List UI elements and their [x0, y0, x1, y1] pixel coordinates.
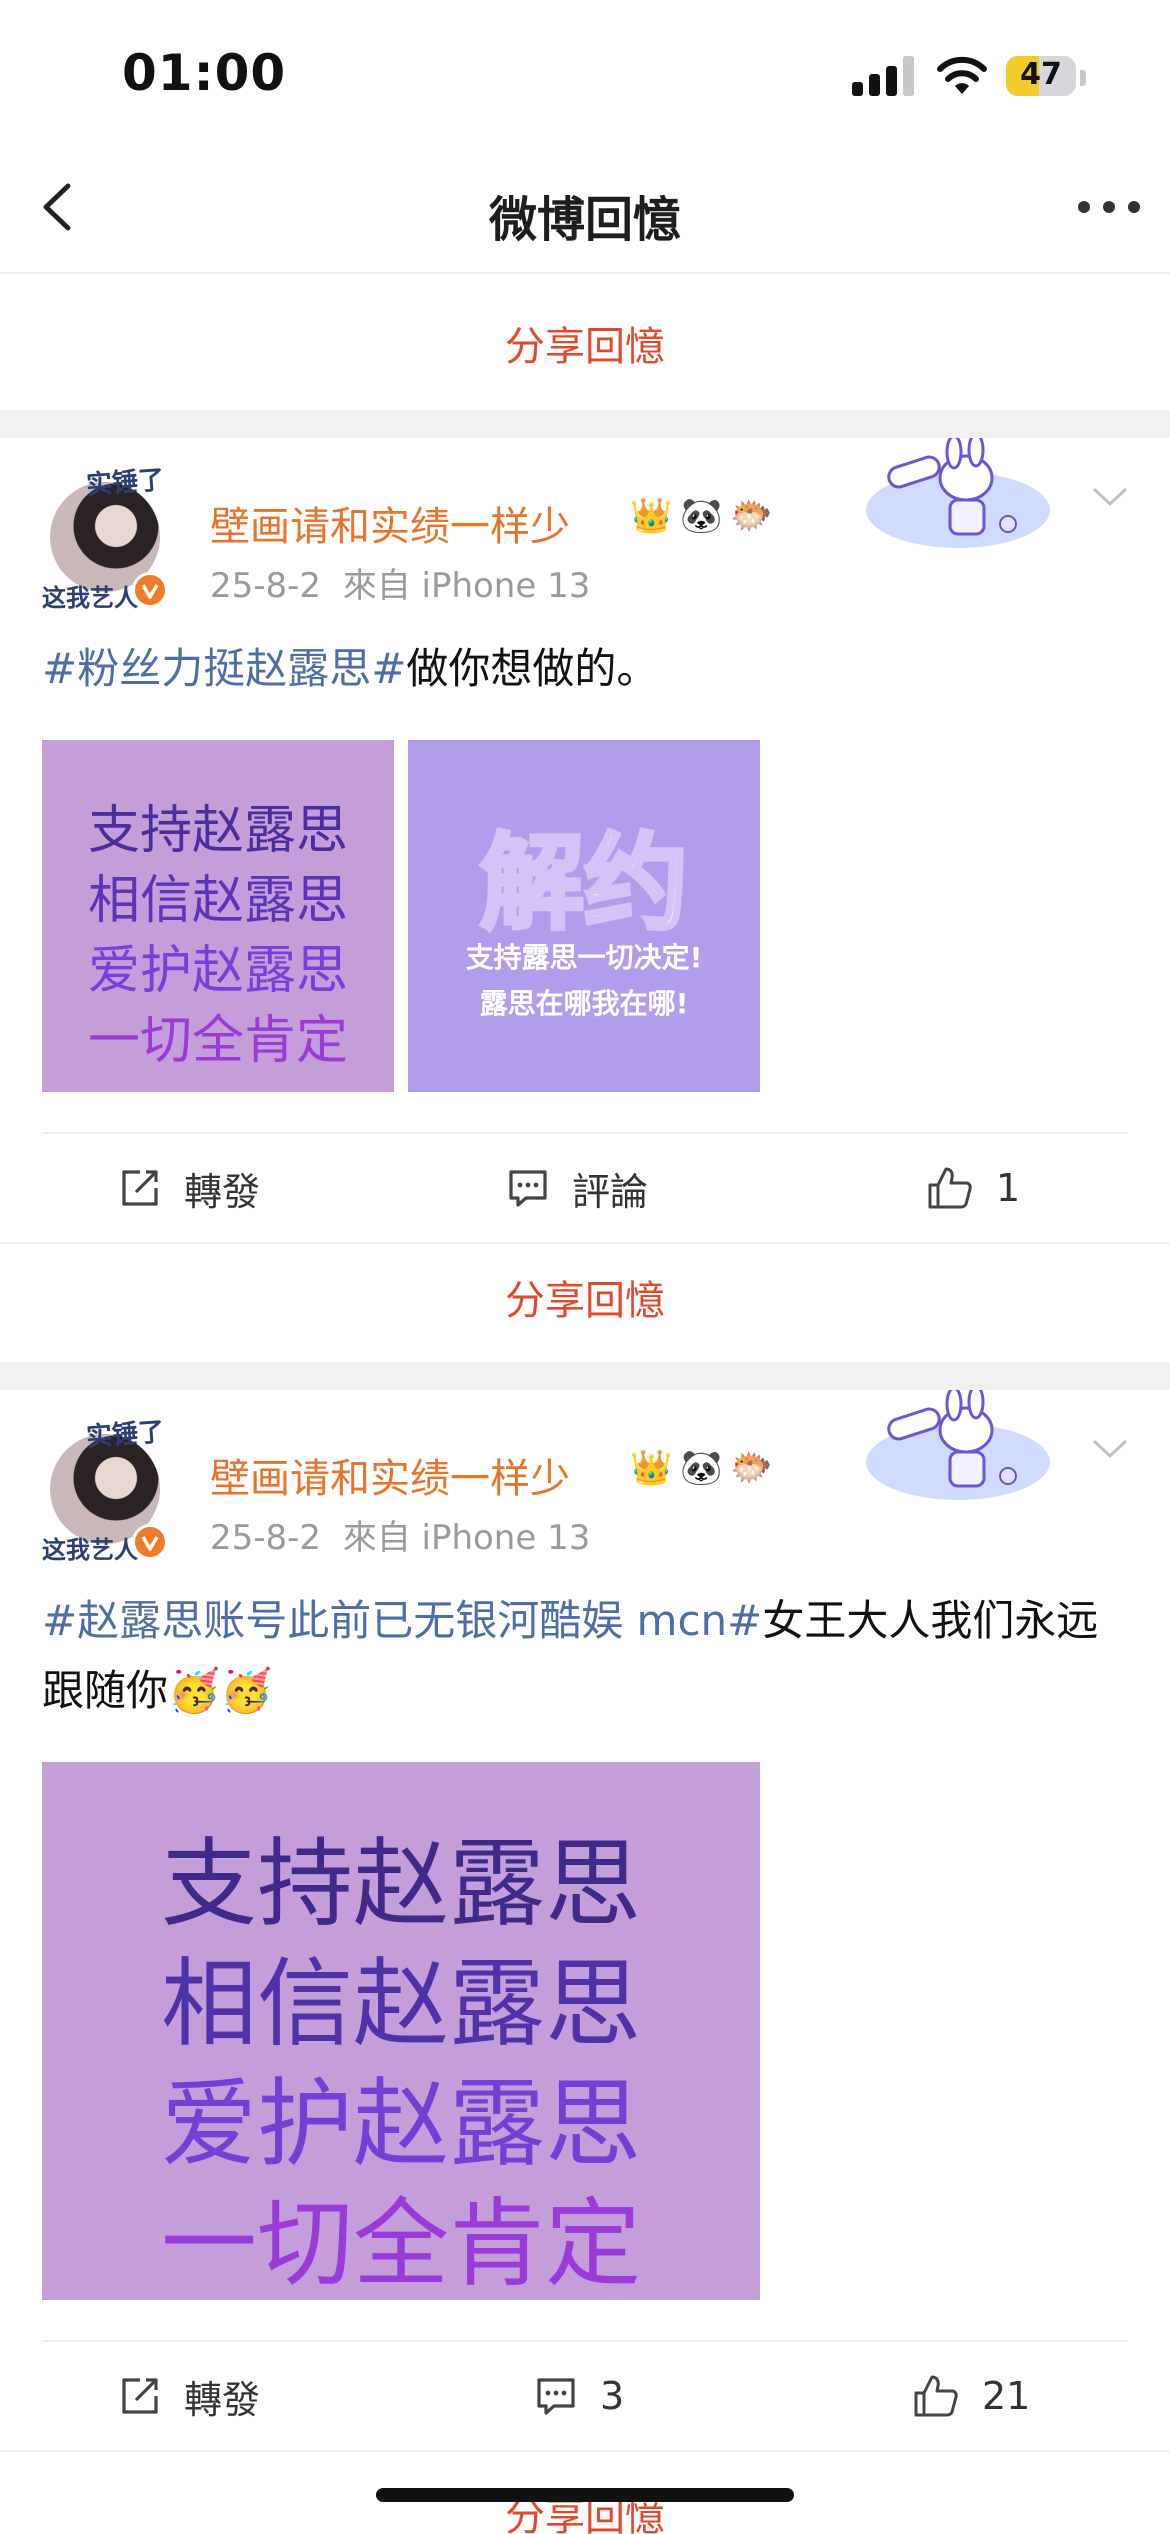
image-subtitle: 露思在哪我在哪! — [479, 987, 689, 1020]
avatar-frame-text-bottom: 这我艺人 — [42, 1535, 138, 1564]
action-bar: 轉發 3 21 — [42, 2340, 1128, 2450]
post-body: 做你想做的。 — [406, 644, 659, 693]
comment-label: 評論 — [572, 1169, 649, 1214]
avatar[interactable]: 实锤了 这我艺人 — [38, 1414, 168, 1564]
cellular-signal-icon — [852, 56, 916, 96]
comment-count: 3 — [600, 2374, 625, 2418]
avatar-frame-text-bottom: 这我艺人 — [42, 583, 138, 612]
post-image[interactable]: 支持赵露思 相信赵露思 爱护赵露思 一切全肯定 — [42, 1762, 760, 2300]
post-meta: 25-8-2 來自 iPhone 13 — [210, 1510, 590, 1559]
bunny-sticker-icon — [866, 1390, 1050, 1500]
verified-badge-icon — [132, 572, 168, 608]
battery-icon: 47 — [1006, 54, 1086, 98]
image-text-line: 爱护赵露思 — [161, 2068, 641, 2180]
like-button[interactable]: 21 — [912, 2342, 1030, 2450]
post-date: 25-8-2 — [210, 1518, 322, 1558]
thumbs-up-icon — [928, 1167, 972, 1209]
avatar-frame-text-top: 实锤了 — [85, 1417, 166, 1453]
repost-icon — [122, 2378, 158, 2414]
post-card: 实锤了 这我艺人 壁画请和实绩一样少 👑 🐼 🐡 25-8-2 來自 iPhon… — [0, 1390, 1170, 2450]
username[interactable]: 壁画请和实绩一样少 — [210, 494, 570, 552]
post-text: #赵露思账号此前已无银河酷娱 mcn#女王大人我们永远跟随你🥳🥳 — [42, 1586, 1132, 1726]
post-image[interactable]: 支持赵露思 相信赵露思 爱护赵露思 一切全肯定 — [42, 740, 394, 1092]
post-image[interactable]: 解约 支持露思一切决定! 露思在哪我在哪! — [408, 740, 760, 1092]
home-indicator[interactable] — [376, 2488, 794, 2502]
repost-button[interactable]: 轉發 — [118, 1134, 260, 1242]
post-text: #粉丝力挺赵露思#做你想做的。 — [42, 634, 1132, 704]
chevron-down-icon[interactable] — [1090, 1436, 1130, 1462]
comment-button[interactable]: 3 — [534, 2342, 624, 2450]
pufferfish-badge-icon: 🐡 — [730, 496, 773, 536]
crown-badge-icon: 👑 — [630, 1448, 673, 1488]
repost-button[interactable]: 轉發 — [118, 2342, 260, 2450]
bunny-sticker-icon — [866, 438, 1050, 548]
image-title: 解约 — [478, 820, 690, 946]
comment-icon — [537, 2378, 575, 2415]
post-meta: 25-8-2 來自 iPhone 13 — [210, 558, 590, 607]
image-text-line: 支持赵露思 — [161, 1828, 641, 1940]
image-text-line: 相信赵露思 — [161, 1948, 641, 2060]
repost-label: 轉發 — [184, 2377, 261, 2422]
party-face-emoji-icon: 🥳 — [220, 1666, 273, 1715]
panda-badge-icon: 🐼 — [680, 496, 723, 536]
status-time: 01:00 — [122, 44, 287, 102]
panda-badge-icon: 🐼 — [680, 1448, 723, 1488]
like-count: 1 — [996, 1166, 1021, 1210]
battery-level: 47 — [1020, 57, 1062, 92]
repost-icon — [122, 1170, 158, 1206]
post-source: 來自 iPhone 13 — [342, 566, 591, 606]
avatar[interactable]: 实锤了 这我艺人 — [38, 462, 168, 612]
page-title: 微博回憶 — [488, 192, 681, 248]
pufferfish-badge-icon: 🐡 — [730, 1448, 773, 1488]
like-button[interactable]: 1 — [926, 1134, 1020, 1242]
image-text-line: 爱护赵露思 — [87, 941, 348, 1001]
status-bar: 01:00 47 — [0, 0, 1170, 150]
thumbs-up-icon — [914, 2375, 958, 2417]
username[interactable]: 壁画请和实绩一样少 — [210, 1446, 570, 1504]
image-text-line: 一切全肯定 — [161, 2188, 641, 2300]
image-text-line: 支持赵露思 — [87, 801, 348, 861]
crown-badge-icon: 👑 — [630, 496, 673, 536]
avatar-frame-text-top: 实锤了 — [85, 465, 166, 501]
nav-bar: 微博回憶 — [0, 150, 1170, 274]
chevron-down-icon[interactable] — [1090, 484, 1130, 510]
image-text-line: 相信赵露思 — [87, 871, 348, 931]
hashtag-link[interactable]: #粉丝力挺赵露思# — [42, 644, 406, 693]
more-options-icon[interactable] — [1074, 188, 1144, 222]
hashtag-link[interactable]: #赵露思账号此前已无银河酷娱 mcn# — [42, 1596, 762, 1645]
post-source: 來自 iPhone 13 — [342, 1518, 591, 1558]
share-memory-button[interactable]: 分享回憶 — [0, 290, 1170, 404]
verified-badge-icon — [132, 1524, 168, 1560]
wifi-icon — [937, 56, 987, 94]
image-subtitle: 支持露思一切决定! — [465, 941, 703, 974]
post-date: 25-8-2 — [210, 566, 322, 606]
section-divider — [0, 410, 1170, 438]
post-card: 实锤了 这我艺人 壁画请和实绩一样少 👑 🐼 🐡 25-8-2 來自 iPhon… — [0, 438, 1170, 1238]
share-memory-button[interactable]: 分享回憶 — [0, 1242, 1170, 1358]
comment-icon — [509, 1170, 547, 1207]
party-face-emoji-icon: 🥳 — [168, 1666, 221, 1715]
comment-button[interactable]: 評論 — [506, 1134, 648, 1242]
like-count: 21 — [982, 2374, 1031, 2418]
repost-label: 轉發 — [184, 1169, 261, 1214]
section-divider — [0, 1362, 1170, 1390]
action-bar: 轉發 評論 1 — [42, 1132, 1128, 1242]
image-text-line: 一切全肯定 — [87, 1011, 348, 1071]
